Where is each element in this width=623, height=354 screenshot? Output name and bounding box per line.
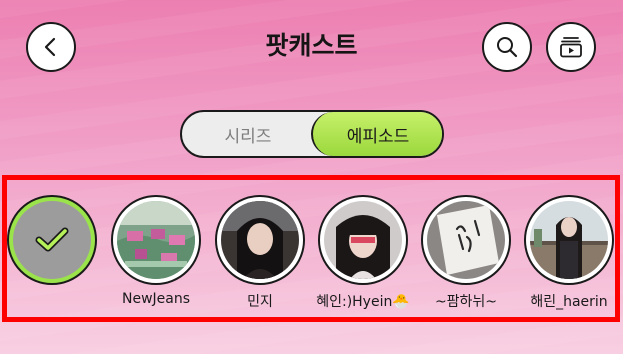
filter-all-inner — [13, 201, 91, 279]
series-episode-toggle: 시리즈 에피소드 — [180, 110, 444, 158]
avatar — [221, 201, 299, 279]
avatar-ring — [215, 195, 305, 285]
tab-episode[interactable]: 에피소드 — [311, 112, 442, 156]
profile-name: 혜인:)Hyein🐣 — [316, 294, 410, 310]
playlist-button[interactable] — [546, 22, 596, 72]
check-icon — [35, 227, 69, 252]
filter-all-ring — [7, 195, 97, 285]
avatar-ring — [318, 195, 408, 285]
profile-name: NewJeans — [121, 291, 191, 307]
avatar-ring — [524, 195, 614, 285]
profile-name: 민지 — [247, 294, 273, 310]
avatar — [117, 201, 195, 279]
filter-profile-minji[interactable]: 민지 — [215, 195, 305, 311]
filter-profile-haerin[interactable]: 해린_haerin — [524, 195, 614, 311]
search-button[interactable] — [482, 22, 532, 72]
tab-series[interactable]: 시리즈 — [182, 112, 314, 156]
filter-all[interactable] — [7, 195, 97, 285]
search-icon — [497, 37, 518, 58]
playlist-icon — [560, 37, 582, 58]
profile-name: 해린_haerin — [530, 294, 608, 310]
avatar — [324, 201, 402, 279]
profile-name: ~팜하뉘~ — [434, 294, 498, 310]
filter-profile-hanni[interactable]: ~팜하뉘~ — [421, 195, 511, 311]
avatar — [427, 201, 505, 279]
filter-profile-newjeans[interactable]: NewJeans — [111, 195, 201, 307]
avatar-ring — [421, 195, 511, 285]
filter-profile-hyein[interactable]: 혜인:)Hyein🐣 — [316, 195, 410, 311]
avatar — [530, 201, 608, 279]
avatar-ring — [111, 195, 201, 285]
